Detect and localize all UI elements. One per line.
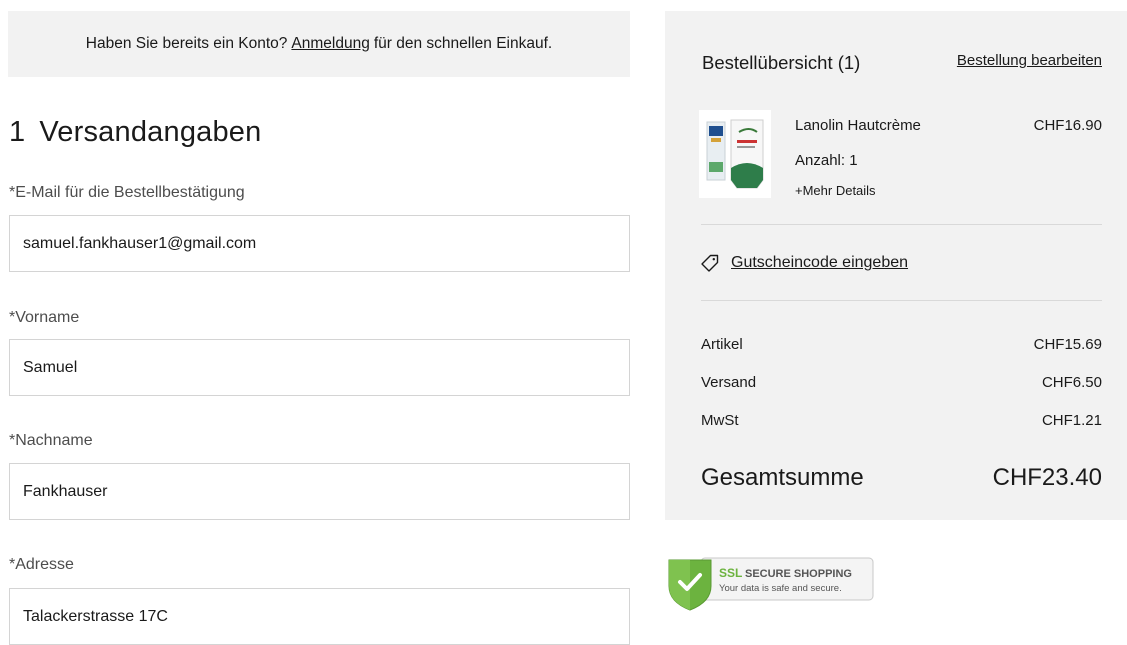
shipping-value: CHF6.50 [1041, 374, 1102, 391]
product-price: CHF16.90 [1033, 117, 1102, 134]
tag-icon [701, 254, 719, 272]
lastname-label: *Nachname [9, 432, 93, 449]
firstname-label: *Vorname [9, 309, 80, 326]
vat-label: MwSt [701, 412, 739, 429]
section-number: 1 [9, 116, 26, 148]
ssl-text: SSL [719, 566, 742, 580]
email-field[interactable] [9, 215, 630, 272]
ssl-badge-graphic: SSL SECURE SHOPPING Your data is safe an… [668, 557, 874, 611]
section-heading: Versandangaben [39, 116, 262, 148]
more-details-link[interactable]: +Mehr Details [795, 183, 876, 198]
coupon-label: Gutscheincode eingeben [731, 254, 909, 271]
address-label: *Adresse [9, 556, 74, 573]
login-prompt-text: Haben Sie bereits ein Konto? [85, 35, 288, 52]
ssl-secure-badge: SSL SECURE SHOPPING Your data is safe an… [667, 556, 875, 612]
divider [701, 300, 1102, 301]
vat-value: CHF1.21 [1041, 412, 1102, 429]
login-banner: Haben Sie bereits ein Konto? Anmeldung f… [8, 11, 630, 77]
firstname-field[interactable] [9, 339, 630, 396]
ssl-tagline: Your data is safe and secure. [719, 583, 842, 594]
order-summary-panel: Bestellübersicht (1) Bestellung bearbeit… [665, 11, 1127, 520]
subtotal-value: CHF15.69 [1033, 336, 1102, 353]
section-title: 1 Versandangaben [9, 116, 261, 149]
secure-shopping-text: SECURE SHOPPING [745, 568, 852, 580]
address-field[interactable] [9, 588, 630, 645]
email-label: *E-Mail für die Bestellbestätigung [9, 184, 245, 201]
subtotal-label: Artikel [701, 336, 743, 353]
total-value: CHF23.40 [992, 464, 1102, 491]
shipping-label: Versand [701, 374, 757, 391]
product-quantity: Anzahl: 1 [795, 152, 858, 169]
login-link[interactable]: Anmeldung [291, 35, 369, 53]
total-label: Gesamtsumme [701, 464, 864, 491]
divider [701, 224, 1102, 225]
product-image [699, 110, 771, 198]
login-suffix-text: für den schnellen Einkauf. [373, 35, 553, 52]
lastname-field[interactable] [9, 463, 630, 520]
coupon-link[interactable]: Gutscheincode eingeben [701, 254, 908, 272]
product-name: Lanolin Hautcrème [795, 117, 921, 134]
cream-tube-image [706, 119, 764, 189]
order-summary-title: Bestellübersicht (1) [702, 52, 861, 73]
edit-order-link[interactable]: Bestellung bearbeiten [957, 52, 1102, 69]
